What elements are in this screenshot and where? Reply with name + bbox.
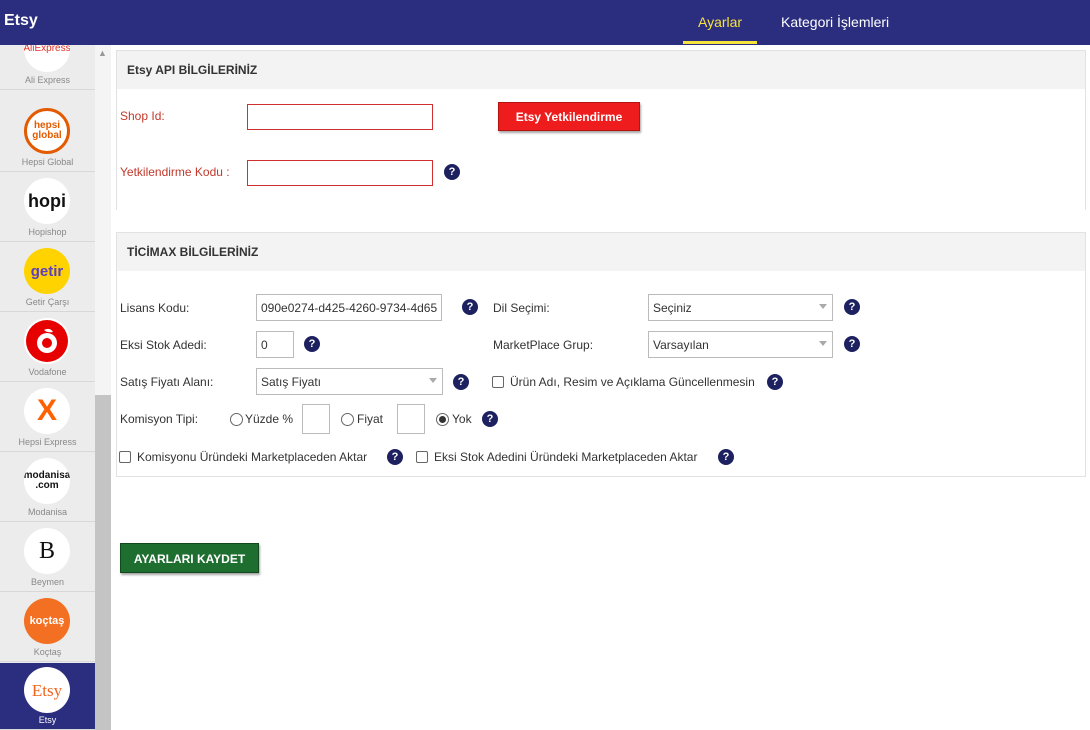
language-label: Dil Seçimi: — [493, 301, 550, 315]
language-select[interactable]: Seçiniz — [648, 294, 833, 321]
sidebar-item-beymen[interactable]: B Beymen — [0, 522, 95, 592]
negative-stock-label: Eksi Stok Adedi: — [120, 338, 207, 352]
marketplace-group-select-value: Varsayılan — [653, 338, 709, 352]
sidebar-item-getir-carsi[interactable]: getir Getir Çarşı — [0, 242, 95, 312]
etsy-logo-icon: Etsy — [24, 667, 70, 713]
sidebar-item-koctas[interactable]: koçtaş Koçtaş — [0, 592, 95, 662]
marketplace-group-select[interactable]: Varsayılan — [648, 331, 833, 358]
commission-price-input[interactable] — [397, 404, 425, 434]
commission-type-label: Komisyon Tipi: — [120, 412, 199, 426]
sidebar-item-label: Modanisa — [27, 507, 68, 517]
sidebar-item-modanisa[interactable]: modanisa .com Modanisa — [0, 452, 95, 522]
chevron-down-icon — [819, 304, 827, 309]
scroll-up-arrow-icon[interactable]: ▲ — [98, 48, 107, 58]
chevron-down-icon — [429, 378, 437, 383]
sidebar-item-label: Hepsi Global — [21, 157, 74, 167]
negative-stock-input[interactable] — [256, 331, 294, 358]
commission-percent-label: Yüzde % — [245, 412, 294, 426]
tab-kategori-islemleri[interactable]: Kategori İşlemleri — [781, 14, 889, 30]
sale-price-field-select[interactable]: Satış Fiyatı — [256, 368, 443, 395]
sidebar-item-hepsi-global[interactable]: hepsi global Hepsi Global — [0, 102, 95, 172]
sale-price-field-select-value: Satış Fiyatı — [261, 375, 322, 389]
help-icon[interactable]: ? — [844, 299, 860, 315]
app-title: Etsy — [4, 12, 38, 29]
sidebar-scrollbar[interactable]: ▲ — [95, 45, 111, 730]
help-icon[interactable]: ? — [304, 336, 320, 352]
hepsi-global-logo-icon: hepsi global — [24, 108, 70, 154]
scrollbar-thumb[interactable] — [95, 395, 111, 730]
help-icon[interactable]: ? — [482, 411, 498, 427]
help-icon[interactable]: ? — [387, 449, 403, 465]
hepsi-express-logo-icon: X — [24, 388, 70, 434]
marketplace-group-label: MarketPlace Grup: — [493, 338, 594, 352]
no-update-checkbox[interactable] — [492, 376, 504, 388]
help-icon[interactable]: ? — [718, 449, 734, 465]
commission-none-radio[interactable] — [436, 413, 449, 426]
sidebar-item-label: Beymen — [30, 577, 65, 587]
sidebar-item-label: Vodafone — [28, 367, 67, 377]
no-update-label: Ürün Adı, Resim ve Açıklama Güncellenmes… — [510, 375, 755, 389]
help-icon[interactable]: ? — [453, 374, 469, 390]
help-icon[interactable]: ? — [767, 374, 783, 390]
ticimax-panel-title: TİCİMAX BİLGİLERİNİZ — [117, 233, 1085, 271]
save-settings-button[interactable]: AYARLARI KAYDET — [120, 543, 259, 573]
commission-price-radio[interactable] — [341, 413, 354, 426]
transfer-stock-checkbox[interactable] — [416, 451, 428, 463]
modanisa-logo-icon: modanisa .com — [24, 458, 70, 504]
tab-ayarlar[interactable]: Ayarlar — [698, 14, 742, 30]
auth-code-label: Yetkilendirme Kodu : — [120, 165, 230, 179]
commission-none-label: Yok — [452, 412, 472, 426]
shop-id-label: Shop Id: — [120, 109, 165, 123]
marketplace-sidebar: AliExpress Ali Express hepsi global Heps… — [0, 45, 111, 730]
sidebar-item-label: Hepsi Express — [18, 437, 77, 447]
sidebar-item-vodafone[interactable]: Vodafone — [0, 312, 95, 382]
getir-logo-icon: getir — [24, 248, 70, 294]
help-icon[interactable]: ? — [844, 336, 860, 352]
sale-price-field-label: Satış Fiyatı Alanı: — [120, 375, 214, 389]
etsy-authorize-button[interactable]: Etsy Yetkilendirme — [498, 102, 640, 131]
chevron-down-icon — [819, 341, 827, 346]
sidebar-item-aliexpress[interactable]: AliExpress Ali Express — [0, 45, 95, 90]
top-bar: Etsy Ayarlar Kategori İşlemleri — [0, 0, 1090, 45]
license-code-input[interactable] — [256, 294, 442, 321]
sidebar-item-label: Etsy — [38, 715, 57, 725]
sidebar-item-hepsi-express[interactable]: X Hepsi Express — [0, 382, 95, 452]
sidebar-item-label: Getir Çarşı — [25, 297, 70, 307]
sidebar-item-etsy[interactable]: Etsy Etsy — [0, 663, 95, 730]
active-tab-indicator — [683, 41, 757, 44]
language-select-value: Seçiniz — [653, 301, 692, 315]
commission-price-label: Fiyat — [357, 412, 384, 426]
help-icon[interactable]: ? — [462, 299, 478, 315]
license-code-label: Lisans Kodu: — [120, 301, 190, 315]
transfer-commission-label: Komisyonu Üründeki Marketplaceden Aktar — [137, 450, 368, 464]
commission-percent-input[interactable] — [302, 404, 330, 434]
commission-percent-radio[interactable] — [230, 413, 243, 426]
beymen-logo-icon: B — [24, 528, 70, 574]
sidebar-item-label: Koçtaş — [33, 647, 62, 657]
transfer-commission-checkbox[interactable] — [119, 451, 131, 463]
shop-id-input[interactable] — [247, 104, 433, 130]
sidebar-item-label: Hopishop — [28, 227, 67, 237]
aliexpress-logo-icon: AliExpress — [24, 45, 70, 72]
hopi-logo-icon: hopi — [24, 178, 70, 224]
sidebar-item-label: Ali Express — [24, 75, 70, 85]
help-icon[interactable]: ? — [444, 164, 460, 180]
sidebar-item-hopishop[interactable]: hopi Hopishop — [0, 172, 95, 242]
etsy-api-panel-title: Etsy API BİLGİLERİNİZ — [117, 51, 1085, 89]
vodafone-logo-icon — [24, 318, 70, 364]
transfer-stock-label: Eksi Stok Adedini Üründeki Marketplacede… — [434, 450, 698, 464]
koctas-logo-icon: koçtaş — [24, 598, 70, 644]
auth-code-input[interactable] — [247, 160, 433, 186]
